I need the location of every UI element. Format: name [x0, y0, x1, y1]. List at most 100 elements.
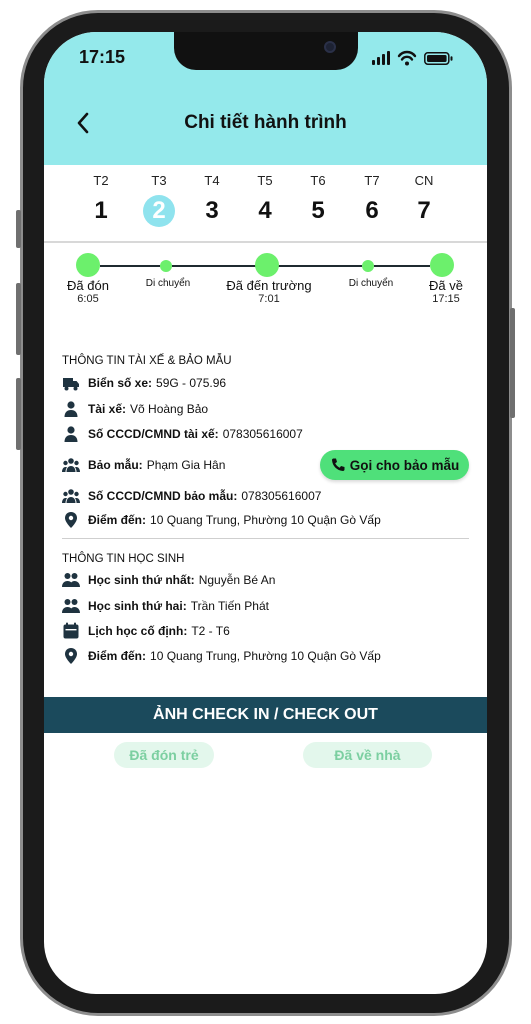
call-nanny-label: Gọi cho bảo mẫu	[349, 457, 460, 473]
schedule-label: Lịch học cố định:	[88, 624, 188, 638]
student-destination-row: Điểm đến: 10 Quang Trung, Phường 10 Quận …	[62, 646, 381, 666]
step-label: Đã đến trường	[226, 278, 312, 293]
nanny-id-row: Số CCCD/CMND bảo mẫu: 078305616007	[62, 486, 321, 506]
destination-label: Điểm đến:	[88, 649, 147, 663]
day-label: CN	[414, 173, 434, 188]
second-student-label: Học sinh thứ hai:	[88, 599, 187, 613]
phone-side-button	[16, 283, 21, 355]
step-label: Di chuyển	[145, 278, 191, 289]
map-pin-icon	[65, 512, 77, 528]
first-student-row: Học sinh thứ nhất: Nguyễn Bé An	[62, 570, 275, 590]
timeline-step-picked-up: Đã đón 6:05	[67, 278, 109, 305]
destination-value: 10 Quang Trung, Phường 10 Quận Gò Vấp	[150, 513, 381, 527]
phone-side-button	[16, 378, 21, 450]
nanny-id-value: 078305616007	[241, 489, 322, 503]
map-pin-icon	[65, 648, 77, 664]
day-3[interactable]: T4 3	[192, 173, 232, 227]
timeline-connector	[172, 265, 256, 267]
calendar-icon	[63, 622, 79, 639]
plate-label: Biển số xe:	[88, 376, 153, 390]
plate-row: Biển số xe: 59G - 075.96	[62, 373, 226, 393]
driver-row: Tài xế: Võ Hoàng Bảo	[62, 399, 208, 419]
phone-side-button	[510, 308, 515, 418]
driver-label: Tài xế:	[88, 402, 127, 416]
driver-id-value: 078305616007	[222, 427, 303, 441]
nanny-value: Phạm Gia Hân	[146, 458, 226, 472]
step-time: 6:05	[77, 293, 99, 305]
checkin-section-header: ẢNH CHECK IN / CHECK OUT	[44, 697, 487, 733]
day-number: 5	[311, 197, 325, 224]
first-student-label: Học sinh thứ nhất:	[88, 573, 195, 587]
nanny-id-label: Số CCCD/CMND bảo mẫu:	[88, 489, 238, 503]
nanny-label: Bảo mẫu:	[88, 458, 143, 472]
week-selector: T2 1 T3 2 T4 3 T5 4 T6 5 T7 6 CN 7	[44, 165, 487, 243]
destination-label: Điểm đến:	[88, 513, 147, 527]
day-label: T7	[364, 173, 380, 188]
call-nanny-button[interactable]: Gọi cho bảo mẫu	[320, 450, 469, 480]
step-time: 7:01	[258, 293, 280, 305]
timeline-node-school	[255, 253, 279, 277]
section-divider	[62, 538, 469, 539]
group-icon	[62, 458, 80, 472]
day-number: 3	[205, 197, 219, 224]
step-time: 17:15	[432, 293, 460, 305]
timeline-node-moving	[160, 260, 172, 272]
student-section-title: THÔNG TIN HỌC SINH	[62, 553, 185, 565]
truck-icon	[63, 378, 79, 391]
day-number: 7	[417, 197, 431, 224]
second-student-value: Trần Tiến Phát	[190, 599, 269, 613]
timeline-node-home	[430, 253, 454, 277]
page-title: Chi tiết hành trình	[184, 112, 347, 133]
destination-value: 10 Quang Trung, Phường 10 Quận Gò Vấp	[150, 649, 381, 663]
day-1[interactable]: T2 1	[81, 173, 121, 227]
timeline-node-moving	[362, 260, 374, 272]
driver-section-title: THÔNG TIN TÀI XẾ & BẢO MẪU	[62, 355, 232, 367]
day-label: T3	[151, 173, 167, 188]
day-label: T5	[257, 173, 273, 188]
wifi-icon	[397, 50, 417, 66]
driver-destination-row: Điểm đến: 10 Quang Trung, Phường 10 Quận …	[62, 510, 381, 530]
status-icons	[372, 50, 453, 66]
phone-icon	[331, 458, 345, 471]
timeline-connector	[278, 265, 362, 267]
status-time: 17:15	[79, 47, 126, 67]
timeline-connector	[374, 265, 430, 267]
timeline-step-moving: Di chuyển	[146, 278, 190, 289]
group-icon	[62, 573, 80, 587]
plate-value: 59G - 075.96	[156, 376, 227, 390]
person-icon	[64, 426, 78, 442]
driver-id-label: Số CCCD/CMND tài xế:	[88, 427, 219, 441]
timeline-step-moving: Di chuyển	[349, 278, 393, 289]
schedule-row: Lịch học cố định: T2 - T6	[62, 621, 230, 641]
picked-up-tab[interactable]: Đã đón trẻ	[114, 742, 214, 768]
day-label: T2	[93, 173, 109, 188]
nanny-row: Bảo mẫu: Phạm Gia Hân	[62, 455, 225, 475]
day-4[interactable]: T5 4	[245, 173, 285, 227]
notch	[174, 32, 358, 70]
driver-id-row: Số CCCD/CMND tài xế: 078305616007	[62, 424, 303, 444]
day-number: 4	[258, 197, 272, 224]
timeline-node-picked-up	[76, 253, 100, 277]
step-label: Di chuyển	[348, 278, 394, 289]
day-number: 6	[365, 197, 379, 224]
day-6[interactable]: T7 6	[352, 173, 392, 227]
day-label: T6	[310, 173, 326, 188]
first-student-value: Nguyễn Bé An	[198, 573, 276, 587]
day-number: 2	[143, 195, 175, 227]
phone-side-button	[16, 210, 21, 248]
signal-icon	[372, 51, 390, 65]
step-label: Đã về	[429, 278, 463, 293]
app-screen: 17:15 Chi tiết hành trình T2 1 T3 2 T4 3 T5…	[44, 32, 487, 994]
battery-icon	[424, 52, 453, 65]
timeline-step-school: Đã đến trường 7:01	[226, 278, 311, 305]
day-7[interactable]: CN 7	[404, 173, 444, 227]
timeline-step-home: Đã về 17:15	[429, 278, 463, 305]
person-icon	[64, 401, 78, 417]
group-icon	[62, 599, 80, 613]
day-5[interactable]: T6 5	[298, 173, 338, 227]
day-2[interactable]: T3 2	[139, 173, 179, 227]
step-label: Đã đón	[67, 278, 109, 293]
driver-value: Võ Hoàng Bảo	[130, 402, 209, 416]
day-label: T4	[204, 173, 220, 188]
arrived-home-tab[interactable]: Đã về nhà	[303, 742, 432, 768]
